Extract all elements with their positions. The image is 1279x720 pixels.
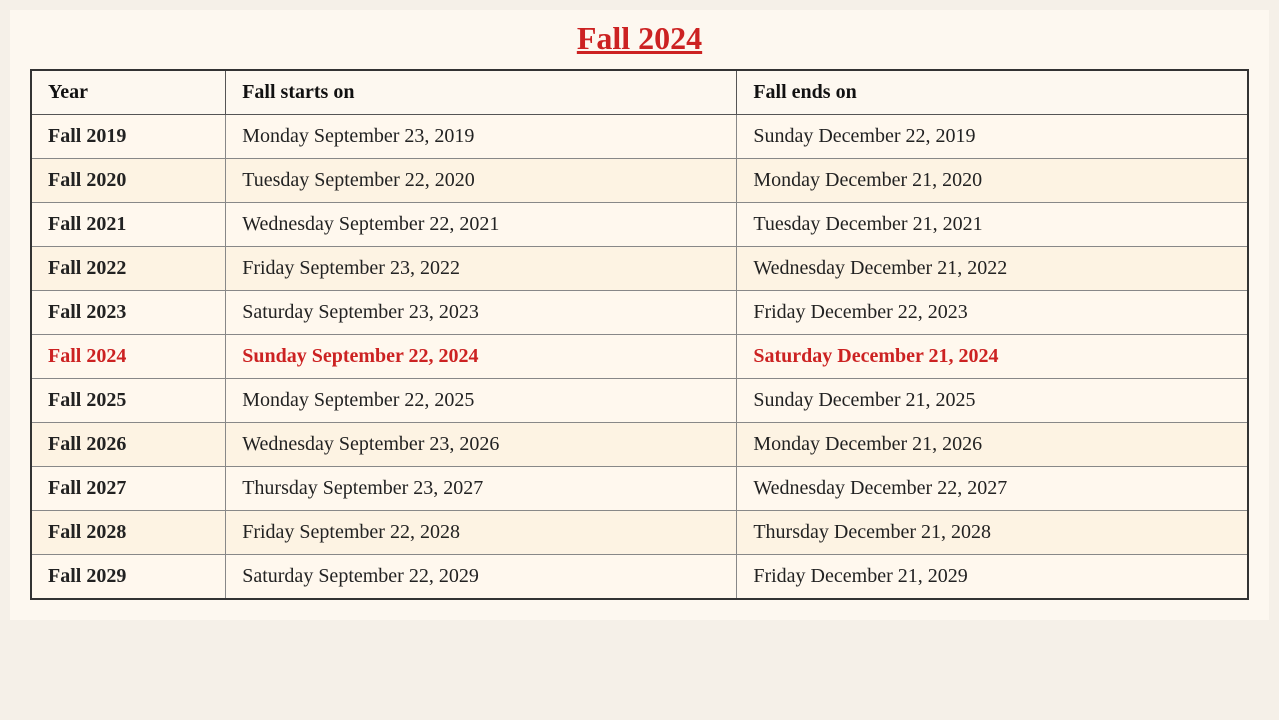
cell-end: Saturday December 21, 2024	[737, 335, 1248, 379]
cell-year: Fall 2021	[31, 203, 226, 247]
cell-year: Fall 2020	[31, 159, 226, 203]
table-row: Fall 2024Sunday September 22, 2024Saturd…	[31, 335, 1248, 379]
cell-start: Monday September 22, 2025	[226, 379, 737, 423]
cell-year: Fall 2028	[31, 511, 226, 555]
cell-end: Monday December 21, 2026	[737, 423, 1248, 467]
table-row: Fall 2020Tuesday September 22, 2020Monda…	[31, 159, 1248, 203]
header-year: Year	[31, 70, 226, 115]
cell-year: Fall 2019	[31, 115, 226, 159]
cell-end: Thursday December 21, 2028	[737, 511, 1248, 555]
cell-start: Friday September 23, 2022	[226, 247, 737, 291]
cell-year: Fall 2027	[31, 467, 226, 511]
table-row: Fall 2023Saturday September 23, 2023Frid…	[31, 291, 1248, 335]
table-row: Fall 2029Saturday September 22, 2029Frid…	[31, 555, 1248, 600]
cell-end: Sunday December 22, 2019	[737, 115, 1248, 159]
table-row: Fall 2021Wednesday September 22, 2021Tue…	[31, 203, 1248, 247]
cell-start: Tuesday September 22, 2020	[226, 159, 737, 203]
cell-year: Fall 2026	[31, 423, 226, 467]
cell-year: Fall 2023	[31, 291, 226, 335]
page-container: Fall 2024 Year Fall starts on Fall ends …	[10, 10, 1269, 620]
table-row: Fall 2027Thursday September 23, 2027Wedn…	[31, 467, 1248, 511]
cell-start: Friday September 22, 2028	[226, 511, 737, 555]
cell-end: Sunday December 21, 2025	[737, 379, 1248, 423]
fall-dates-table: Year Fall starts on Fall ends on Fall 20…	[30, 69, 1249, 600]
cell-end: Friday December 22, 2023	[737, 291, 1248, 335]
cell-start: Saturday September 22, 2029	[226, 555, 737, 600]
header-end: Fall ends on	[737, 70, 1248, 115]
table-row: Fall 2028Friday September 22, 2028Thursd…	[31, 511, 1248, 555]
cell-start: Saturday September 23, 2023	[226, 291, 737, 335]
header-start: Fall starts on	[226, 70, 737, 115]
table-row: Fall 2019Monday September 23, 2019Sunday…	[31, 115, 1248, 159]
cell-end: Monday December 21, 2020	[737, 159, 1248, 203]
table-row: Fall 2022Friday September 23, 2022Wednes…	[31, 247, 1248, 291]
cell-end: Tuesday December 21, 2021	[737, 203, 1248, 247]
cell-end: Friday December 21, 2029	[737, 555, 1248, 600]
cell-end: Wednesday December 21, 2022	[737, 247, 1248, 291]
cell-year: Fall 2024	[31, 335, 226, 379]
cell-year: Fall 2029	[31, 555, 226, 600]
cell-year: Fall 2022	[31, 247, 226, 291]
table-row: Fall 2026Wednesday September 23, 2026Mon…	[31, 423, 1248, 467]
cell-start: Thursday September 23, 2027	[226, 467, 737, 511]
cell-end: Wednesday December 22, 2027	[737, 467, 1248, 511]
cell-year: Fall 2025	[31, 379, 226, 423]
cell-start: Wednesday September 22, 2021	[226, 203, 737, 247]
table-row: Fall 2025Monday September 22, 2025Sunday…	[31, 379, 1248, 423]
cell-start: Monday September 23, 2019	[226, 115, 737, 159]
cell-start: Sunday September 22, 2024	[226, 335, 737, 379]
page-title: Fall 2024	[30, 20, 1249, 57]
cell-start: Wednesday September 23, 2026	[226, 423, 737, 467]
table-header-row: Year Fall starts on Fall ends on	[31, 70, 1248, 115]
